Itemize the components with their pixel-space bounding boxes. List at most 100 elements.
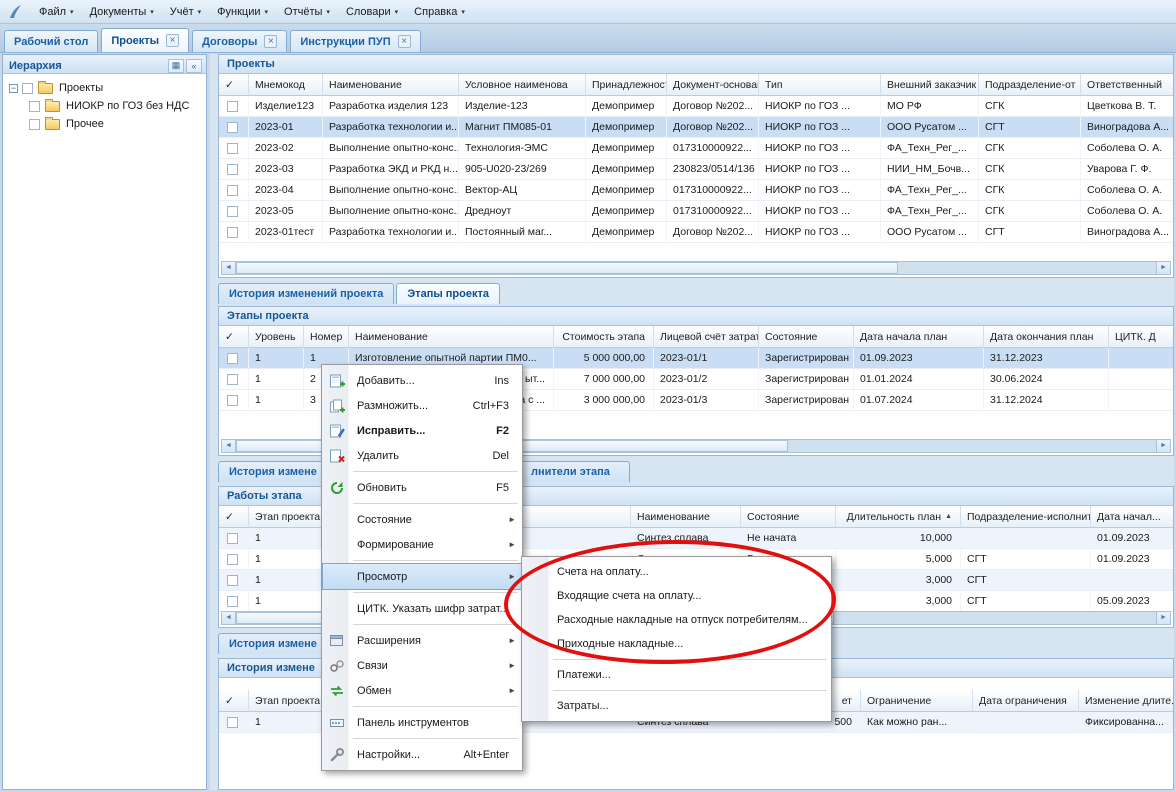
menu-item[interactable]: Формирование► [323, 532, 521, 557]
column-header[interactable]: Тип [759, 74, 881, 96]
menu-item[interactable]: Размножить...Ctrl+F3 [323, 393, 521, 418]
table-row[interactable]: 2023-01тестРазработка технологии и...Пос… [219, 222, 1173, 243]
column-header[interactable]: Внешний заказчик [881, 74, 979, 96]
row-checkbox-icon[interactable] [227, 717, 238, 728]
tree-checkbox-icon[interactable] [29, 119, 40, 130]
column-header[interactable]: Состояние [741, 506, 836, 528]
row-checkbox-icon[interactable] [227, 374, 238, 385]
tab-close-icon[interactable]: × [264, 35, 277, 48]
row-checkbox-icon[interactable] [227, 122, 238, 133]
table-row[interactable]: Изделие123Разработка изделия 123Изделие-… [219, 96, 1173, 117]
row-checkbox-icon[interactable] [227, 143, 238, 154]
menubar-item[interactable]: Отчёты▾ [276, 3, 338, 21]
column-header[interactable]: ✓ [219, 690, 249, 712]
menubar-item[interactable]: Справка▾ [406, 3, 473, 21]
menu-item[interactable]: Просмотр► [323, 564, 521, 589]
menubar-item[interactable]: Словари▾ [338, 3, 406, 21]
row-checkbox-icon[interactable] [227, 206, 238, 217]
column-header[interactable]: Наименование [349, 326, 554, 348]
column-header[interactable]: Изменение длите... [1079, 690, 1173, 712]
horizontal-scrollbar[interactable]: ◄ ► [221, 261, 1171, 275]
column-header[interactable]: Лицевой счёт затрат. [654, 326, 759, 348]
tab-close-icon[interactable]: × [166, 34, 179, 47]
column-header[interactable]: Ответственный [1081, 74, 1173, 96]
menu-item[interactable]: Связи► [323, 653, 521, 678]
table-row[interactable]: 2023-04Выполнение опытно-конс...Вектор-А… [219, 180, 1173, 201]
row-checkbox-icon[interactable] [227, 353, 238, 364]
table-row[interactable]: 2023-03Разработка ЭКД и РКД н...905-U020… [219, 159, 1173, 180]
scroll-right-icon[interactable]: ► [1156, 612, 1170, 624]
column-header[interactable]: ✓ [219, 506, 249, 528]
column-header[interactable]: Подразделение-исполнитель.. [961, 506, 1091, 528]
main-tab[interactable]: Договоры× [192, 30, 287, 52]
menu-item[interactable]: Затраты... [523, 694, 830, 718]
menu-item[interactable]: УдалитьDel [323, 443, 521, 468]
menu-item[interactable]: Состояние► [323, 507, 521, 532]
column-header[interactable]: Стоимость этапа [554, 326, 654, 348]
column-header[interactable]: Этап проекта [249, 690, 329, 712]
menu-item[interactable]: Обмен► [323, 678, 521, 703]
menu-item[interactable]: ЦИТК. Указать шифр затрат.. [323, 596, 521, 621]
tree-item[interactable]: −Проекты [5, 79, 204, 97]
column-header[interactable]: ✓ [219, 74, 249, 96]
menu-item[interactable]: Платежи... [523, 663, 830, 687]
section-tab[interactable]: Этапы проекта [396, 283, 500, 304]
scroll-left-icon[interactable]: ◄ [222, 612, 236, 624]
hierarchy-view-icon[interactable]: ▦ [168, 59, 184, 73]
column-header[interactable]: Наименование [631, 506, 741, 528]
column-header[interactable]: Дата начала план [854, 326, 984, 348]
menu-item[interactable]: Панель инструментов [323, 710, 521, 735]
menubar-item[interactable]: Функции▾ [209, 3, 276, 21]
column-header[interactable]: Документ-основан [667, 74, 759, 96]
section-tab[interactable]: История изменений проекта [218, 283, 394, 304]
row-checkbox-icon[interactable] [227, 227, 238, 238]
column-header[interactable]: Уровень [249, 326, 304, 348]
row-checkbox-icon[interactable] [227, 596, 238, 607]
menubar-item[interactable]: Учёт▾ [162, 3, 209, 21]
tree-expander-icon[interactable]: − [9, 84, 18, 93]
collapse-panel-icon[interactable]: « [186, 59, 202, 73]
row-checkbox-icon[interactable] [227, 185, 238, 196]
main-tab[interactable]: Рабочий стол [4, 30, 98, 52]
tree-checkbox-icon[interactable] [22, 83, 33, 94]
row-checkbox-icon[interactable] [227, 575, 238, 586]
column-header[interactable]: Условное наименова [459, 74, 586, 96]
row-checkbox-icon[interactable] [227, 395, 238, 406]
tree-checkbox-icon[interactable] [29, 101, 40, 112]
column-header[interactable]: Принадлежность [586, 74, 667, 96]
menu-item[interactable]: Расширения► [323, 628, 521, 653]
scrollbar-thumb[interactable] [236, 262, 898, 274]
column-header[interactable]: Ограничение [861, 690, 973, 712]
tree-item[interactable]: Прочее [5, 115, 204, 133]
scroll-left-icon[interactable]: ◄ [222, 262, 236, 274]
main-tab[interactable]: Инструкции ПУП× [290, 30, 420, 52]
menubar-item[interactable]: Документы▾ [82, 3, 162, 21]
section-tab[interactable]: лнители этапа [520, 461, 630, 482]
tab-close-icon[interactable]: × [398, 35, 411, 48]
column-header[interactable]: Дата ограничения [973, 690, 1079, 712]
column-header[interactable]: Мнемокод [249, 74, 323, 96]
column-header[interactable]: Дата окончания план [984, 326, 1109, 348]
row-checkbox-icon[interactable] [227, 533, 238, 544]
row-checkbox-icon[interactable] [227, 101, 238, 112]
table-row[interactable]: 2023-05Выполнение опытно-конс...Дредноут… [219, 201, 1173, 222]
row-checkbox-icon[interactable] [227, 164, 238, 175]
menubar-item[interactable]: Файл▾ [31, 3, 82, 21]
column-header[interactable]: ЦИТК. Д [1109, 326, 1173, 348]
menu-item[interactable]: Исправить...F2 [323, 418, 521, 443]
tree-item[interactable]: НИОКР по ГОЗ без НДС [5, 97, 204, 115]
menu-item[interactable]: Добавить...Ins [323, 368, 521, 393]
column-header[interactable]: Этап проекта [249, 506, 329, 528]
column-header[interactable]: Номер [304, 326, 349, 348]
menu-item[interactable]: Настройки...Alt+Enter [323, 742, 521, 767]
column-header[interactable]: ✓ [219, 326, 249, 348]
scroll-right-icon[interactable]: ► [1156, 262, 1170, 274]
column-header[interactable]: Наименование [323, 74, 459, 96]
column-header[interactable]: Подразделение-от [979, 74, 1081, 96]
menu-item[interactable]: ОбновитьF5 [323, 475, 521, 500]
column-header[interactable]: Состояние [759, 326, 854, 348]
table-row[interactable]: 2023-01Разработка технологии и...Магнит … [219, 117, 1173, 138]
column-header[interactable]: Дата начал... [1091, 506, 1173, 528]
row-checkbox-icon[interactable] [227, 554, 238, 565]
scrollbar-track[interactable] [236, 262, 1156, 274]
